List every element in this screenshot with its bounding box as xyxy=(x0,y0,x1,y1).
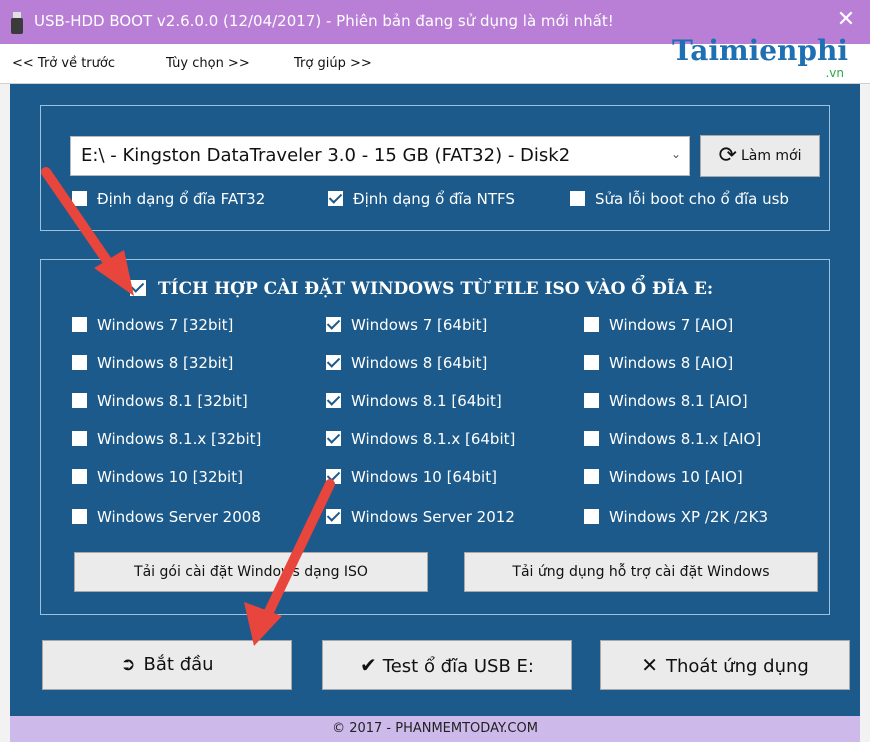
option-label: Windows 8.1 [32bit] xyxy=(97,392,248,410)
option-label: Windows 8.1 [AIO] xyxy=(609,392,748,410)
server2008-checkbox[interactable]: Windows Server 2008 xyxy=(72,508,261,526)
checkbox-box-checked xyxy=(130,280,146,296)
refresh-label: Làm mới xyxy=(740,148,802,164)
option-label: Windows 8.1.x [64bit] xyxy=(351,430,516,448)
exit-label: Thoát ứng dụng xyxy=(665,656,809,677)
checkbox-box-checked xyxy=(326,355,341,370)
checkbox-box xyxy=(570,191,585,206)
watermark-domain: .vn xyxy=(825,66,844,80)
checkmark-icon: ✔ xyxy=(360,653,377,677)
checkbox-box xyxy=(584,355,599,370)
taimienphi-watermark-logo: Taimienphi .vn xyxy=(648,34,848,84)
option-label: Windows 8 [32bit] xyxy=(97,354,234,372)
download-iso-button[interactable]: Tải gói cài đặt Windows dạng ISO xyxy=(74,552,428,592)
start-icon: ➲ xyxy=(120,654,136,675)
format-ntfs-label: Định dạng ổ đĩa NTFS xyxy=(353,190,515,208)
win81x-32-checkbox[interactable]: Windows 8.1.x [32bit] xyxy=(72,430,261,448)
checkbox-box-checked xyxy=(326,431,341,446)
download-support-button[interactable]: Tải ứng dụng hỗ trợ cài đặt Windows xyxy=(464,552,818,592)
checkbox-box xyxy=(72,469,87,484)
menu-options[interactable]: Tùy chọn >> xyxy=(166,56,250,71)
win81x-64-checkbox[interactable]: Windows 8.1.x [64bit] xyxy=(326,430,515,448)
checkbox-box xyxy=(584,509,599,524)
option-label: Windows Server 2008 xyxy=(97,508,261,526)
format-fat32-label: Định dạng ổ đĩa FAT32 xyxy=(97,190,266,208)
exit-button[interactable]: ✕ Thoát ứng dụng xyxy=(600,640,850,690)
checkbox-box xyxy=(72,393,87,408)
checkbox-box-checked xyxy=(326,469,341,484)
test-usb-label: Test ổ đĩa USB E: xyxy=(382,656,534,677)
win81-32-checkbox[interactable]: Windows 8.1 [32bit] xyxy=(72,392,248,410)
option-label: Windows 8.1.x [32bit] xyxy=(97,430,262,448)
win8-aio-checkbox[interactable]: Windows 8 [AIO] xyxy=(584,354,733,372)
checkbox-box xyxy=(72,509,87,524)
option-label: Windows 7 [64bit] xyxy=(351,316,488,334)
win81x-aio-checkbox[interactable]: Windows 8.1.x [AIO] xyxy=(584,430,761,448)
menu-help[interactable]: Trợ giúp >> xyxy=(294,56,372,71)
chevron-down-icon: ⌄ xyxy=(670,147,681,161)
window-border-right xyxy=(860,84,870,742)
checkbox-box xyxy=(584,469,599,484)
checkbox-box xyxy=(584,393,599,408)
option-label: Windows 10 [64bit] xyxy=(351,468,497,486)
format-fat32-checkbox[interactable]: Định dạng ổ đĩa FAT32 xyxy=(72,190,265,208)
checkbox-box-checked xyxy=(326,509,341,524)
checkbox-box xyxy=(584,317,599,332)
option-label: Windows 10 [AIO] xyxy=(609,468,743,486)
close-x-icon: ✕ xyxy=(641,653,658,677)
option-label: Windows 7 [AIO] xyxy=(609,316,734,334)
start-button[interactable]: ➲ Bắt đầu xyxy=(42,640,292,690)
winxp-checkbox[interactable]: Windows XP /2K /2K3 xyxy=(584,508,768,526)
option-label: Windows 7 [32bit] xyxy=(97,316,234,334)
option-label: Windows 8 [AIO] xyxy=(609,354,734,372)
win7-64-checkbox[interactable]: Windows 7 [64bit] xyxy=(326,316,487,334)
integrate-windows-checkbox[interactable]: TÍCH HỢP CÀI ĐẶT WINDOWS TỪ FILE ISO VÀO… xyxy=(130,279,713,299)
checkbox-box-checked xyxy=(326,393,341,408)
window-border-left xyxy=(0,84,10,742)
win10-64-checkbox[interactable]: Windows 10 [64bit] xyxy=(326,468,497,486)
win81-aio-checkbox[interactable]: Windows 8.1 [AIO] xyxy=(584,392,748,410)
checkbox-box-checked xyxy=(326,317,341,332)
win10-aio-checkbox[interactable]: Windows 10 [AIO] xyxy=(584,468,743,486)
win8-64-checkbox[interactable]: Windows 8 [64bit] xyxy=(326,354,487,372)
checkbox-box-checked xyxy=(328,191,343,206)
win7-aio-checkbox[interactable]: Windows 7 [AIO] xyxy=(584,316,733,334)
drive-select-value: E:\ - Kingston DataTraveler 3.0 - 15 GB … xyxy=(81,145,571,166)
format-ntfs-checkbox[interactable]: Định dạng ổ đĩa NTFS xyxy=(328,190,515,208)
win8-32-checkbox[interactable]: Windows 8 [32bit] xyxy=(72,354,233,372)
window-title: USB-HDD BOOT v2.6.0.0 (12/04/2017) - Phi… xyxy=(34,12,614,30)
menu-back[interactable]: << Trở về trước xyxy=(12,56,115,71)
refresh-icon: ⟳ xyxy=(718,143,737,168)
watermark-brand: Taimienphi xyxy=(672,34,848,67)
checkbox-box xyxy=(72,317,87,332)
drive-select[interactable]: E:\ - Kingston DataTraveler 3.0 - 15 GB … xyxy=(70,136,690,176)
option-label: Windows 10 [32bit] xyxy=(97,468,243,486)
usb-drive-icon xyxy=(11,12,23,34)
server2012-checkbox[interactable]: Windows Server 2012 xyxy=(326,508,515,526)
main-panel: E:\ - Kingston DataTraveler 3.0 - 15 GB … xyxy=(10,84,860,716)
refresh-button[interactable]: ⟳ Làm mới xyxy=(700,135,820,177)
close-icon[interactable]: ✕ xyxy=(834,8,858,32)
footer-copyright: © 2017 - PHANMEMTODAY.COM xyxy=(10,716,860,742)
win7-32-checkbox[interactable]: Windows 7 [32bit] xyxy=(72,316,233,334)
checkbox-box xyxy=(72,191,87,206)
option-label: Windows XP /2K /2K3 xyxy=(609,508,768,526)
option-label: Windows 8.1 [64bit] xyxy=(351,392,502,410)
option-label: Windows 8 [64bit] xyxy=(351,354,488,372)
option-label: Windows 8.1.x [AIO] xyxy=(609,430,762,448)
integrate-windows-label: TÍCH HỢP CÀI ĐẶT WINDOWS TỪ FILE ISO VÀO… xyxy=(158,279,714,299)
option-label: Windows Server 2012 xyxy=(351,508,515,526)
fix-boot-checkbox[interactable]: Sửa lỗi boot cho ổ đĩa usb xyxy=(570,190,789,208)
checkbox-box xyxy=(72,355,87,370)
checkbox-box xyxy=(584,431,599,446)
test-usb-button[interactable]: ✔ Test ổ đĩa USB E: xyxy=(322,640,572,690)
fix-boot-label: Sửa lỗi boot cho ổ đĩa usb xyxy=(595,190,789,208)
win81-64-checkbox[interactable]: Windows 8.1 [64bit] xyxy=(326,392,502,410)
checkbox-box xyxy=(72,431,87,446)
start-label: Bắt đầu xyxy=(143,654,214,675)
win10-32-checkbox[interactable]: Windows 10 [32bit] xyxy=(72,468,243,486)
